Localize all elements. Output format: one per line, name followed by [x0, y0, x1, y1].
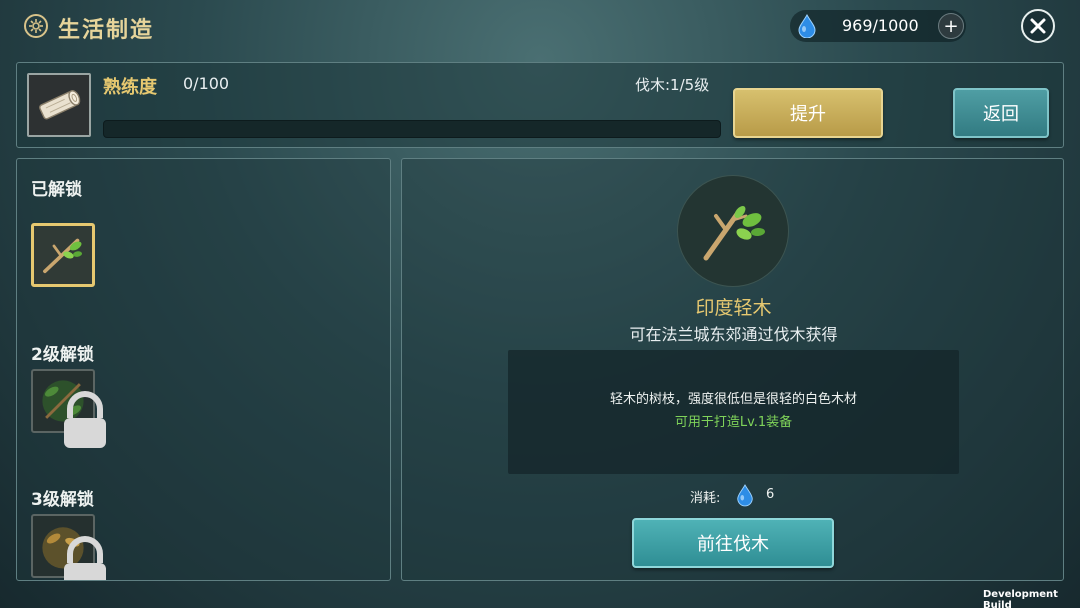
level3-section-label: 3级解锁	[31, 490, 94, 510]
log-icon	[27, 73, 91, 137]
energy-value: 969/1000	[842, 16, 919, 35]
energy-bar: 969/1000 +	[790, 10, 966, 42]
branch-icon	[703, 206, 765, 261]
description-box: 轻木的树枝，强度很低但是很轻的白色木材 可用于打造Lv.1装备	[508, 350, 959, 474]
material-slot-locked-level3[interactable]	[31, 514, 106, 580]
close-icon	[1030, 18, 1046, 34]
lock-icon	[64, 391, 106, 448]
back-button[interactable]: 返回	[953, 88, 1049, 138]
material-slot-balsa-wood[interactable]	[31, 223, 95, 287]
page-title: 生活制造	[58, 18, 155, 43]
goto-logging-button[interactable]: 前往伐木	[632, 518, 834, 568]
branch-icon	[43, 238, 82, 274]
item-preview	[677, 175, 789, 287]
proficiency-label: 熟练度	[103, 77, 157, 98]
item-source: 可在法兰城东郊通过伐木获得	[629, 325, 838, 344]
cost-label: 消耗:	[690, 491, 721, 506]
unlocked-section-label: 已解锁	[31, 180, 82, 200]
material-slot-locked-level2[interactable]	[31, 369, 106, 448]
proficiency-panel: 熟练度 0/100 伐木:1/5级 提升 返回	[16, 62, 1064, 148]
top-bar: 生活制造 969/1000 +	[0, 0, 1080, 52]
proficiency-value: 0/100	[183, 74, 230, 93]
water-drop-icon	[798, 14, 816, 38]
material-detail-panel: 印度轻木 可在法兰城东郊通过伐木获得 轻木的树枝，强度很低但是很轻的白色木材 可…	[401, 158, 1064, 581]
gear-icon	[24, 14, 48, 38]
close-button[interactable]	[1021, 9, 1055, 43]
upgrade-button[interactable]: 提升	[733, 88, 883, 138]
item-description: 轻木的树枝，强度很低但是很轻的白色木材	[609, 392, 857, 407]
skill-level: 伐木:1/5级	[635, 76, 710, 94]
item-usage: 可用于打造Lv.1装备	[674, 415, 793, 430]
water-drop-icon	[737, 484, 753, 507]
proficiency-progress-bar	[103, 120, 721, 138]
development-build-label: Development Build	[983, 589, 1058, 608]
cost-value: 6	[766, 487, 775, 502]
level2-section-label: 2级解锁	[31, 345, 94, 365]
add-energy-button[interactable]: +	[938, 13, 964, 39]
material-list-panel[interactable]: 已解锁 2级解锁 3级解锁	[16, 158, 391, 581]
lock-icon	[64, 536, 106, 580]
item-name: 印度轻木	[695, 297, 772, 319]
